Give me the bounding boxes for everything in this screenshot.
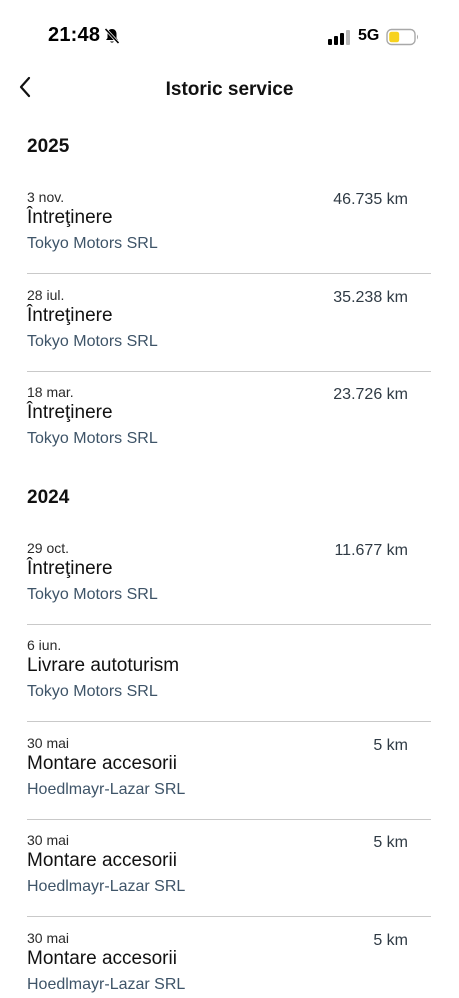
- record-mileage: 5 km: [373, 834, 408, 851]
- record-dealer: Tokyo Motors SRL: [27, 683, 158, 700]
- service-record[interactable]: 18 mar. Întreţinere Tokyo Motors SRL 23.…: [27, 384, 431, 481]
- record-type: Livrare autoturism: [27, 655, 180, 676]
- service-record[interactable]: 29 oct. Întreţinere Tokyo Motors SRL 11.…: [27, 540, 431, 637]
- record-dealer: Tokyo Motors SRL: [27, 430, 158, 447]
- page-title: Istoric service: [165, 79, 294, 100]
- year-heading-2025: 2025: [27, 136, 70, 157]
- record-type: Montare accesorii: [27, 850, 177, 871]
- battery-icon: [386, 28, 420, 46]
- record-mileage: 5 km: [373, 737, 408, 754]
- service-record[interactable]: 30 mai Montare accesorii Hoedlmayr-Lazar…: [27, 930, 431, 998]
- divider: [27, 721, 431, 722]
- record-dealer: Hoedlmayr-Lazar SRL: [27, 781, 186, 798]
- record-date: 30 mai: [27, 735, 70, 751]
- signal-strength-icon: [328, 29, 352, 45]
- record-date: 6 iun.: [27, 637, 62, 653]
- record-type: Întreţinere: [27, 402, 113, 423]
- service-record[interactable]: 30 mai Montare accesorii Hoedlmayr-Lazar…: [27, 832, 431, 929]
- divider: [27, 371, 431, 372]
- navigation-bar: Istoric service: [0, 70, 459, 110]
- record-mileage: 46.735 km: [333, 191, 408, 208]
- status-bar: 21:48 5G: [0, 0, 459, 70]
- record-mileage: 23.726 km: [333, 386, 408, 403]
- bell-muted-icon: [103, 27, 121, 45]
- record-mileage: 11.677 km: [334, 542, 408, 559]
- service-record[interactable]: 6 iun. Livrare autoturism Tokyo Motors S…: [27, 637, 431, 734]
- service-record[interactable]: 28 iul. Întreţinere Tokyo Motors SRL 35.…: [27, 287, 431, 384]
- record-type: Întreţinere: [27, 305, 113, 326]
- record-date: 18 mar.: [27, 384, 74, 400]
- record-dealer: Tokyo Motors SRL: [27, 333, 158, 350]
- record-date: 3 nov.: [27, 189, 65, 205]
- record-mileage: 5 km: [373, 932, 408, 949]
- record-dealer: Hoedlmayr-Lazar SRL: [27, 878, 186, 895]
- divider: [27, 916, 431, 917]
- record-type: Întreţinere: [27, 558, 113, 579]
- record-dealer: Tokyo Motors SRL: [27, 586, 158, 603]
- network-type: 5G: [358, 27, 380, 44]
- record-date: 30 mai: [27, 832, 70, 848]
- divider: [27, 273, 431, 274]
- divider: [27, 819, 431, 820]
- record-mileage: 35.238 km: [333, 289, 408, 306]
- record-date: 30 mai: [27, 930, 70, 946]
- year-heading-2024: 2024: [27, 487, 70, 508]
- record-dealer: Tokyo Motors SRL: [27, 235, 158, 252]
- status-time: 21:48: [48, 24, 101, 46]
- divider: [27, 624, 431, 625]
- record-type: Întreţinere: [27, 207, 113, 228]
- record-dealer: Hoedlmayr-Lazar SRL: [27, 976, 186, 993]
- service-record[interactable]: 30 mai Montare accesorii Hoedlmayr-Lazar…: [27, 735, 431, 832]
- record-type: Montare accesorii: [27, 753, 177, 774]
- service-record[interactable]: 3 nov. Întreţinere Tokyo Motors SRL 46.7…: [27, 189, 431, 286]
- record-date: 29 oct.: [27, 540, 70, 556]
- record-type: Montare accesorii: [27, 948, 177, 969]
- record-date: 28 iul.: [27, 287, 65, 303]
